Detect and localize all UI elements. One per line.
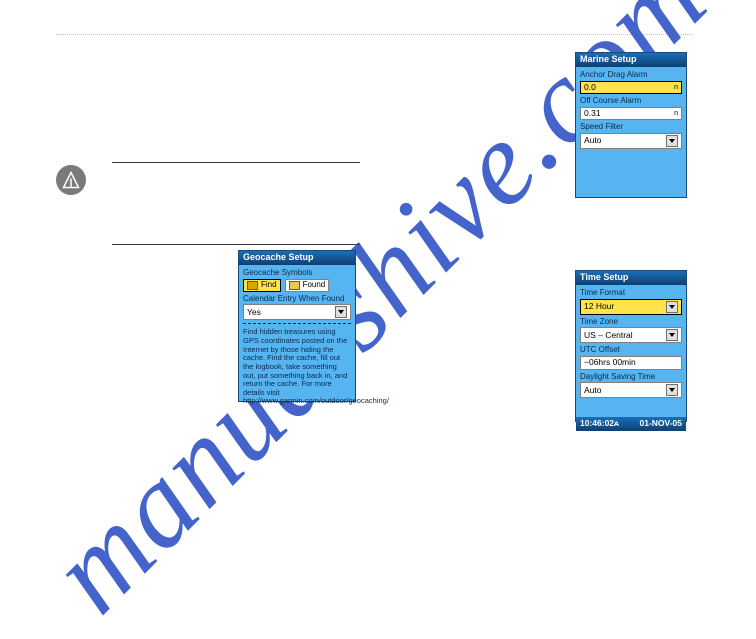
status-date: 01-NOV-05: [639, 419, 682, 428]
found-symbol-field[interactable]: Found: [285, 279, 330, 292]
open-chest-icon: [289, 281, 300, 290]
find-symbol-field[interactable]: Find: [243, 279, 281, 292]
off-course-label: Off Course Alarm: [580, 96, 682, 107]
tip-icon: [56, 165, 86, 195]
utc-offset-label: UTC Offset: [580, 345, 682, 356]
off-course-value: 0.31: [584, 109, 601, 118]
anchor-drag-unit: n: [674, 84, 678, 92]
time-title: Time Setup: [576, 271, 686, 285]
geocache-symbols-label: Geocache Symbols: [243, 268, 351, 279]
calendar-entry-field[interactable]: Yes: [243, 304, 351, 320]
marine-title: Marine Setup: [576, 53, 686, 67]
anchor-drag-value: 0.0: [584, 83, 596, 92]
dropdown-arrow-icon: [666, 301, 678, 313]
utc-offset-field[interactable]: −06hrs 00min: [580, 356, 682, 369]
time-zone-label: Time Zone: [580, 317, 682, 328]
time-format-field[interactable]: 12 Hour: [580, 299, 682, 315]
speed-filter-field[interactable]: Auto: [580, 133, 682, 149]
section-divider-1: [112, 162, 360, 163]
utc-offset-value: −06hrs 00min: [584, 358, 636, 367]
marine-setup-screen: Marine Setup Anchor Drag Alarm 0.0 n Off…: [575, 52, 687, 198]
geocache-title: Geocache Setup: [239, 251, 355, 265]
off-course-field[interactable]: 0.31 n: [580, 107, 682, 120]
time-setup-screen: Time Setup Time Format 12 Hour Time Zone…: [575, 270, 687, 422]
found-symbol-label: Found: [303, 281, 326, 290]
find-symbol-label: Find: [261, 281, 277, 290]
time-format-label: Time Format: [580, 288, 682, 299]
closed-chest-icon: [247, 281, 258, 290]
time-zone-field[interactable]: US – Central: [580, 327, 682, 343]
speed-filter-value: Auto: [584, 136, 602, 145]
off-course-unit: n: [674, 110, 678, 118]
time-status-bar: 10:46:02ᴀ 01-NOV-05: [576, 417, 686, 430]
anchor-drag-label: Anchor Drag Alarm: [580, 70, 682, 81]
calendar-entry-value: Yes: [247, 308, 261, 317]
dst-field[interactable]: Auto: [580, 382, 682, 398]
calendar-entry-label: Calendar Entry When Found: [243, 294, 351, 305]
dst-value: Auto: [584, 386, 602, 395]
dropdown-arrow-icon: [666, 329, 678, 341]
dropdown-arrow-icon: [666, 384, 678, 396]
dropdown-arrow-icon: [666, 135, 678, 147]
time-format-value: 12 Hour: [584, 302, 614, 311]
dropdown-arrow-icon: [335, 306, 347, 318]
geocache-help-text: Find hidden treasures using GPS coordina…: [243, 327, 351, 407]
time-zone-value: US – Central: [584, 331, 633, 340]
speed-filter-label: Speed Filter: [580, 122, 682, 133]
geocache-setup-screen: Geocache Setup Geocache Symbols Find Fou…: [238, 250, 356, 402]
anchor-drag-field[interactable]: 0.0 n: [580, 81, 682, 94]
status-time: 10:46:02ᴀ: [580, 419, 619, 428]
divider: [243, 323, 351, 324]
dst-label: Daylight Saving Time: [580, 372, 682, 383]
section-divider-2: [112, 244, 360, 245]
